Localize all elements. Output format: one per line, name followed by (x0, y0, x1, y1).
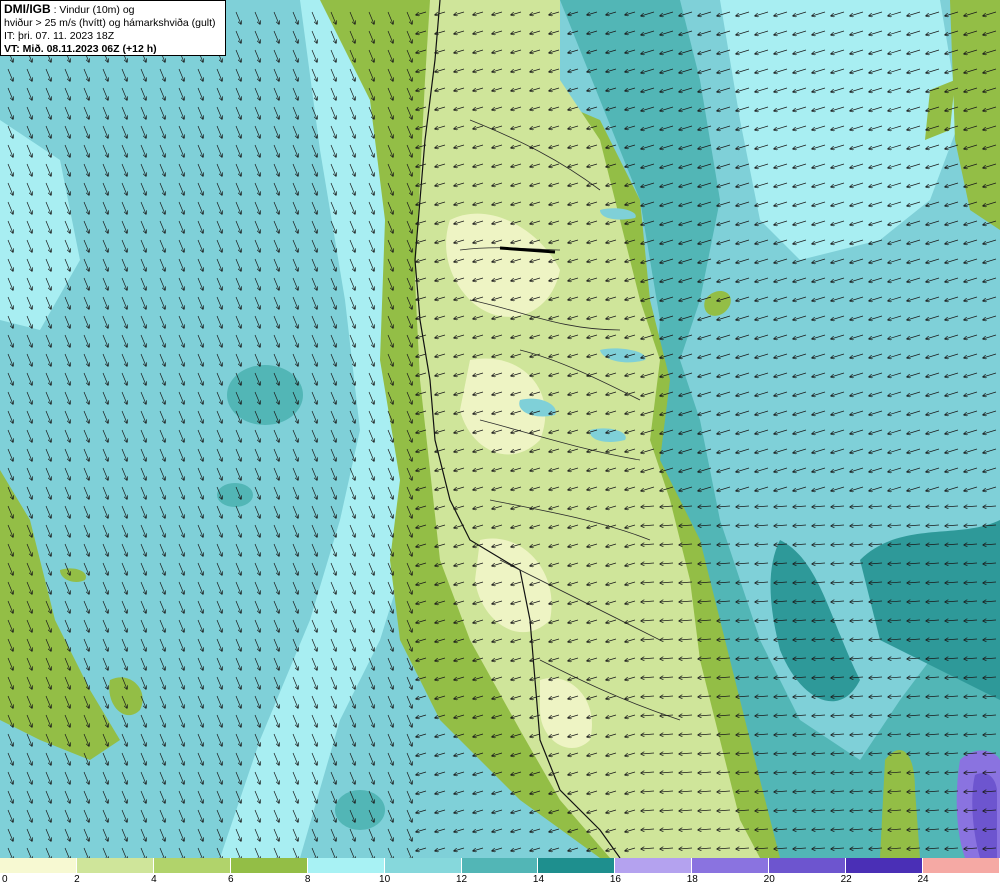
legend-swatch (846, 858, 924, 873)
legend-tick-label: 8 (304, 874, 311, 885)
init-time: IT: þri. 07. 11. 2023 18Z (4, 30, 115, 42)
legend-swatch (307, 858, 385, 873)
subtitle-gusts: hviður > 25 m/s (hvítt) og hámarkshviða … (4, 17, 216, 29)
legend-tick-label: 6 (227, 874, 234, 885)
legend-tick-label: 24 (917, 874, 929, 885)
legend-swatch (384, 858, 462, 873)
map-info-box: DMI/IGB : Vindur (10m) og hviður > 25 m/… (0, 0, 226, 56)
color-legend: 0 2 4 6 8 10 12 14 16 18 20 22 24 (0, 858, 1000, 887)
legend-tick-label: 16 (609, 874, 621, 885)
legend-tick-label: 10 (379, 874, 391, 885)
legend-tick-label: 20 (763, 874, 775, 885)
legend-swatch (538, 858, 616, 873)
legend-swatch (769, 858, 847, 873)
legend-swatch (461, 858, 539, 873)
legend-swatch (923, 858, 1000, 873)
legend-tick-label: 18 (686, 874, 698, 885)
legend-swatch (230, 858, 308, 873)
legend-tick-label: 4 (151, 874, 157, 885)
legend-ticks: 0 2 4 6 8 10 12 14 16 18 20 22 24 (0, 874, 1000, 886)
legend-swatch (76, 858, 154, 873)
wind-map (0, 0, 1000, 858)
sea-dark-patch (217, 483, 253, 507)
legend-tick-label: 14 (532, 874, 545, 885)
legend-tick-label: 0 (2, 874, 8, 885)
legend-tick-label: 22 (840, 874, 852, 885)
legend-swatch (0, 858, 77, 873)
legend-swatch (692, 858, 770, 873)
title-rest: : Vindur (10m) og (50, 4, 135, 16)
legend-swatch (153, 858, 231, 873)
legend-color-bar (0, 858, 1000, 873)
legend-tick-label: 12 (455, 874, 468, 885)
org-label: DMI/IGB (4, 2, 51, 16)
valid-time: VT: Mið. 08.11.2023 06Z (+12 h) (4, 43, 157, 55)
sea-dark-patch (335, 790, 385, 830)
legend-swatch (615, 858, 693, 873)
legend-tick-label: 2 (74, 874, 80, 885)
